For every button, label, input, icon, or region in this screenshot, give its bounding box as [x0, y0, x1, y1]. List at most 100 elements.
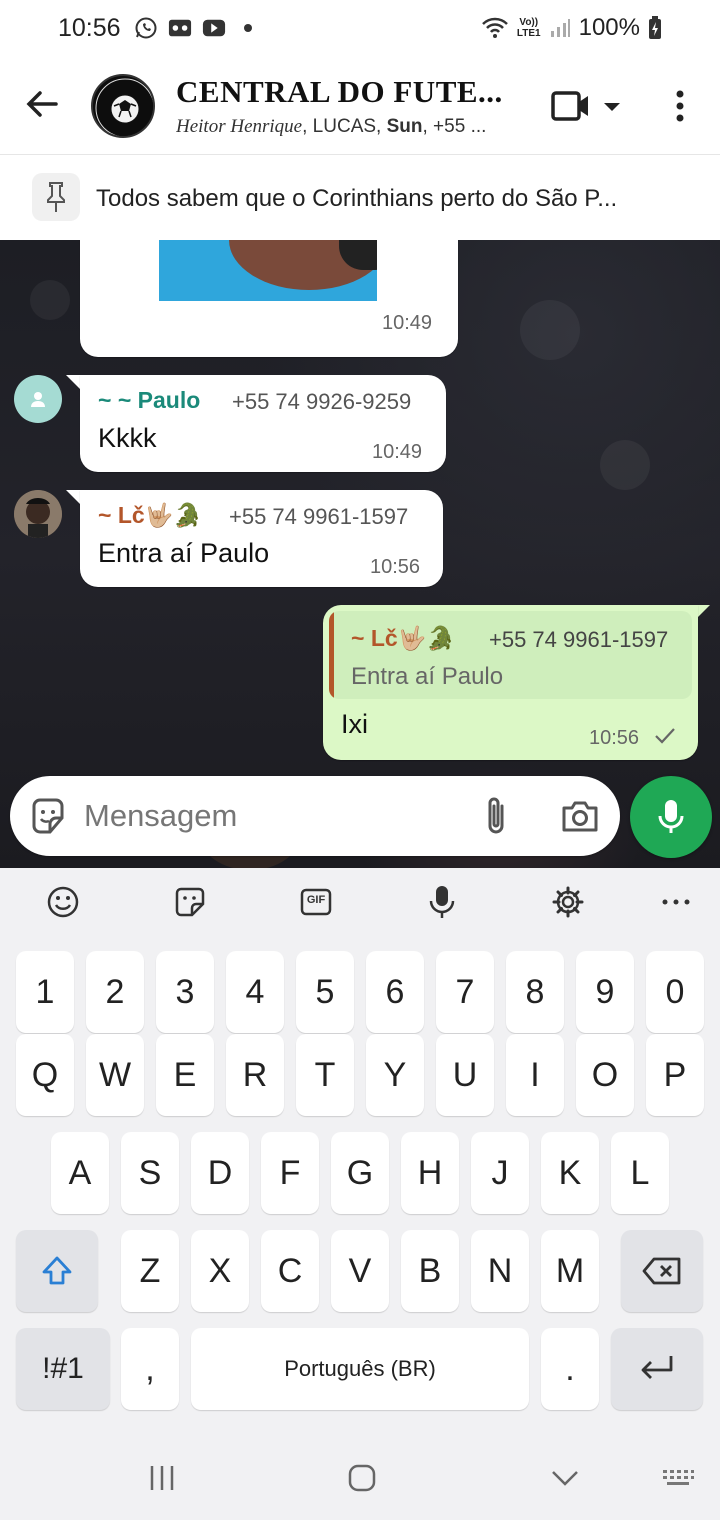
key-z[interactable]: Z: [121, 1230, 179, 1312]
bubble-tail: [66, 490, 80, 504]
shift-icon: [42, 1256, 72, 1285]
person-icon: [31, 392, 45, 407]
home-button[interactable]: [342, 1458, 382, 1498]
key-s[interactable]: S: [121, 1132, 179, 1214]
sticker-button[interactable]: [28, 796, 68, 836]
group-members[interactable]: Heitor Henrique, LUCAS, Sun, +55 ...: [176, 116, 516, 138]
key-m[interactable]: M: [541, 1230, 599, 1312]
camera-button[interactable]: [560, 798, 600, 834]
message-sender-phone: +55 74 9961-1597: [229, 504, 409, 529]
message-input[interactable]: [84, 790, 454, 842]
bubble-tail: [696, 605, 710, 619]
bubble-tail: [66, 375, 80, 389]
avatar[interactable]: [14, 490, 62, 538]
status-time: 10:56: [58, 14, 121, 42]
keyboard-more-button[interactable]: [658, 884, 694, 920]
backspace-key[interactable]: [621, 1230, 703, 1312]
outgoing-message[interactable]: ~ Lč🤟🏼🐊 +55 74 9961-1597 Entra aí Paulo …: [323, 605, 698, 760]
key-u[interactable]: U: [436, 1034, 494, 1116]
key-y[interactable]: Y: [366, 1034, 424, 1116]
incoming-message[interactable]: ~ ~ Paulo +55 74 9926-9259 Kkkk 10:49: [80, 375, 446, 472]
voice-input-button[interactable]: [424, 884, 460, 920]
key-7[interactable]: 7: [436, 951, 494, 1033]
quoted-sender: ~ Lč🤟🏼🐊: [351, 625, 455, 651]
enter-key[interactable]: [611, 1328, 703, 1410]
more-options-button[interactable]: [665, 86, 695, 126]
key-6[interactable]: 6: [366, 951, 424, 1033]
message-sender[interactable]: ~ Lč🤟🏼🐊: [98, 502, 202, 529]
microphone-icon: [429, 886, 455, 918]
recent-apps-icon: [150, 1466, 174, 1490]
keyboard-switch-button[interactable]: [658, 1458, 698, 1498]
message-sender[interactable]: ~ ~ Paulo: [98, 387, 200, 414]
quoted-text: Entra aí Paulo: [351, 663, 504, 690]
key-8[interactable]: 8: [506, 951, 564, 1033]
key-5[interactable]: 5: [296, 951, 354, 1033]
group-title[interactable]: CENTRAL DO FUTE...: [176, 74, 516, 110]
key-v[interactable]: V: [331, 1230, 389, 1312]
shift-key[interactable]: [16, 1230, 98, 1312]
key-e[interactable]: E: [156, 1034, 214, 1116]
symbols-key[interactable]: !#1: [16, 1328, 110, 1410]
attach-button[interactable]: [480, 794, 512, 838]
key-g[interactable]: G: [331, 1132, 389, 1214]
recent-apps-button[interactable]: [142, 1458, 182, 1498]
key-o[interactable]: O: [576, 1034, 634, 1116]
key-n[interactable]: N: [471, 1230, 529, 1312]
key-d[interactable]: D: [191, 1132, 249, 1214]
message-text: Entra aí Paulo: [98, 538, 270, 568]
key-h[interactable]: H: [401, 1132, 459, 1214]
space-key[interactable]: Português (BR): [191, 1328, 529, 1410]
status-bar: 10:56 Vo)) LTE1 100%: [0, 0, 720, 58]
key-p[interactable]: P: [646, 1034, 704, 1116]
key-b[interactable]: B: [401, 1230, 459, 1312]
video-call-button[interactable]: [550, 88, 624, 124]
key-9[interactable]: 9: [576, 951, 634, 1033]
voice-record-button[interactable]: [630, 776, 712, 858]
emoji-button[interactable]: [45, 884, 81, 920]
gif-label: GIF: [306, 894, 326, 906]
quoted-message[interactable]: ~ Lč🤟🏼🐊 +55 74 9961-1597 Entra aí Paulo: [329, 611, 692, 699]
key-1[interactable]: 1: [16, 951, 74, 1033]
comma-key[interactable]: ,: [121, 1328, 179, 1410]
image-message[interactable]: 10:49: [80, 240, 458, 357]
key-f[interactable]: F: [261, 1132, 319, 1214]
key-l[interactable]: L: [611, 1132, 669, 1214]
back-button[interactable]: [22, 84, 62, 124]
pinned-message-text: Todos sabem que o Corinthians perto do S…: [96, 185, 618, 212]
keyboard-icon: [663, 1470, 694, 1485]
whatsapp-notification-icon: [134, 16, 158, 40]
pinned-message-bar[interactable]: Todos sabem que o Corinthians perto do S…: [0, 154, 720, 240]
chat-area[interactable]: 10:49 ~ ~ Paulo +55 74 9926-9259 Kkkk 10…: [0, 240, 720, 868]
hide-keyboard-button[interactable]: [545, 1458, 585, 1498]
avatar[interactable]: [14, 375, 62, 423]
key-i[interactable]: I: [506, 1034, 564, 1116]
key-w[interactable]: W: [86, 1034, 144, 1116]
period-key[interactable]: .: [541, 1328, 599, 1410]
key-4[interactable]: 4: [226, 951, 284, 1033]
gif-button[interactable]: GIF: [298, 884, 334, 920]
key-k[interactable]: K: [541, 1132, 599, 1214]
key-x[interactable]: X: [191, 1230, 249, 1312]
key-q[interactable]: Q: [16, 1034, 74, 1116]
key-r[interactable]: R: [226, 1034, 284, 1116]
volte-label: Vo)) LTE1: [516, 17, 541, 39]
key-c[interactable]: C: [261, 1230, 319, 1312]
key-2[interactable]: 2: [86, 951, 144, 1033]
signal-icon: [550, 19, 570, 37]
message-time: 10:49: [382, 312, 433, 334]
sticker-keyboard-button[interactable]: [172, 884, 208, 920]
more-vert-icon: [676, 90, 684, 122]
keyboard-settings-button[interactable]: [550, 884, 586, 920]
quoted-sender-phone: +55 74 9961-1597: [489, 627, 669, 652]
group-avatar[interactable]: [91, 74, 155, 138]
key-j[interactable]: J: [471, 1132, 529, 1214]
key-3[interactable]: 3: [156, 951, 214, 1033]
message-time: 10:56: [370, 556, 421, 578]
key-a[interactable]: A: [51, 1132, 109, 1214]
incoming-message[interactable]: ~ Lč🤟🏼🐊 +55 74 9961-1597 Entra aí Paulo …: [80, 490, 443, 587]
pin-icon: [32, 173, 80, 221]
key-0[interactable]: 0: [646, 951, 704, 1033]
key-t[interactable]: T: [296, 1034, 354, 1116]
message-image[interactable]: [159, 240, 377, 301]
